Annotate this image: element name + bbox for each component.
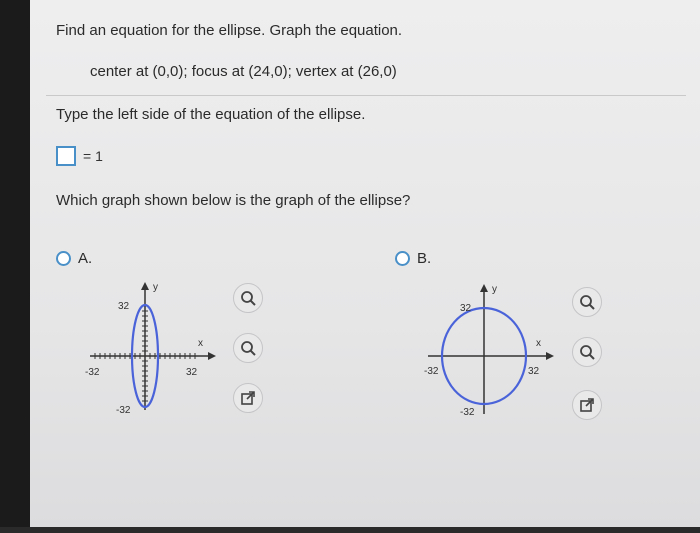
tick-label-neg-y: -32 — [116, 405, 131, 416]
option-a-graph: y x 32 -32 -32 32 — [85, 282, 216, 416]
option-a-popout-button[interactable] — [233, 383, 263, 413]
popout-icon — [580, 398, 594, 412]
tick-label-neg-x: -32 — [424, 366, 439, 377]
question-prompt: Find an equation for the ellipse. Graph … — [56, 22, 403, 39]
popout-icon — [241, 391, 255, 405]
graph-question: Which graph shown below is the graph of … — [56, 192, 411, 209]
option-b-radio[interactable] — [395, 251, 410, 266]
y-axis-arrow — [480, 284, 488, 292]
x-axis-arrow — [546, 352, 554, 360]
tick-label-pos-y: 32 — [118, 301, 130, 312]
y-axis-arrow — [141, 282, 149, 290]
option-a-label: A. — [78, 250, 93, 267]
option-a-zoom-out-button[interactable] — [233, 333, 263, 363]
option-a-zoom-in-button[interactable] — [233, 283, 263, 313]
x-axis-arrow — [208, 352, 216, 360]
answer-instruction: Type the left side of the equation of th… — [56, 106, 366, 123]
option-b-popout-button[interactable] — [572, 390, 602, 420]
equation-suffix: = 1 — [83, 148, 103, 164]
answer-input-box[interactable] — [56, 146, 76, 166]
screen-bottom-edge — [0, 527, 700, 533]
zoom-out-icon — [580, 345, 595, 360]
option-b-zoom-in-button[interactable] — [572, 287, 602, 317]
equation-answer-row: = 1 — [56, 146, 103, 166]
tick-label-neg-x: -32 — [85, 367, 100, 378]
zoom-in-icon — [580, 295, 595, 310]
option-b[interactable]: B. — [395, 250, 431, 267]
divider — [46, 95, 686, 96]
option-b-graph: y x 32 -32 -32 32 — [424, 284, 554, 418]
option-a-radio[interactable] — [56, 251, 71, 266]
y-axis-label: y — [492, 284, 497, 295]
option-b-label: B. — [417, 250, 432, 267]
option-b-zoom-out-button[interactable] — [572, 337, 602, 367]
zoom-in-icon — [241, 291, 256, 306]
x-axis-label: x — [536, 338, 541, 349]
option-a[interactable]: A. — [56, 250, 92, 267]
zoom-out-icon — [241, 341, 256, 356]
given-information: center at (0,0); focus at (24,0); vertex… — [90, 63, 397, 80]
y-axis-label: y — [153, 282, 158, 293]
x-axis-label: x — [198, 338, 203, 349]
tick-label-pos-x: 32 — [528, 366, 540, 377]
tick-label-neg-y: -32 — [460, 407, 475, 418]
tick-label-pos-x: 32 — [186, 367, 198, 378]
tick-label-pos-y: 32 — [460, 303, 472, 314]
